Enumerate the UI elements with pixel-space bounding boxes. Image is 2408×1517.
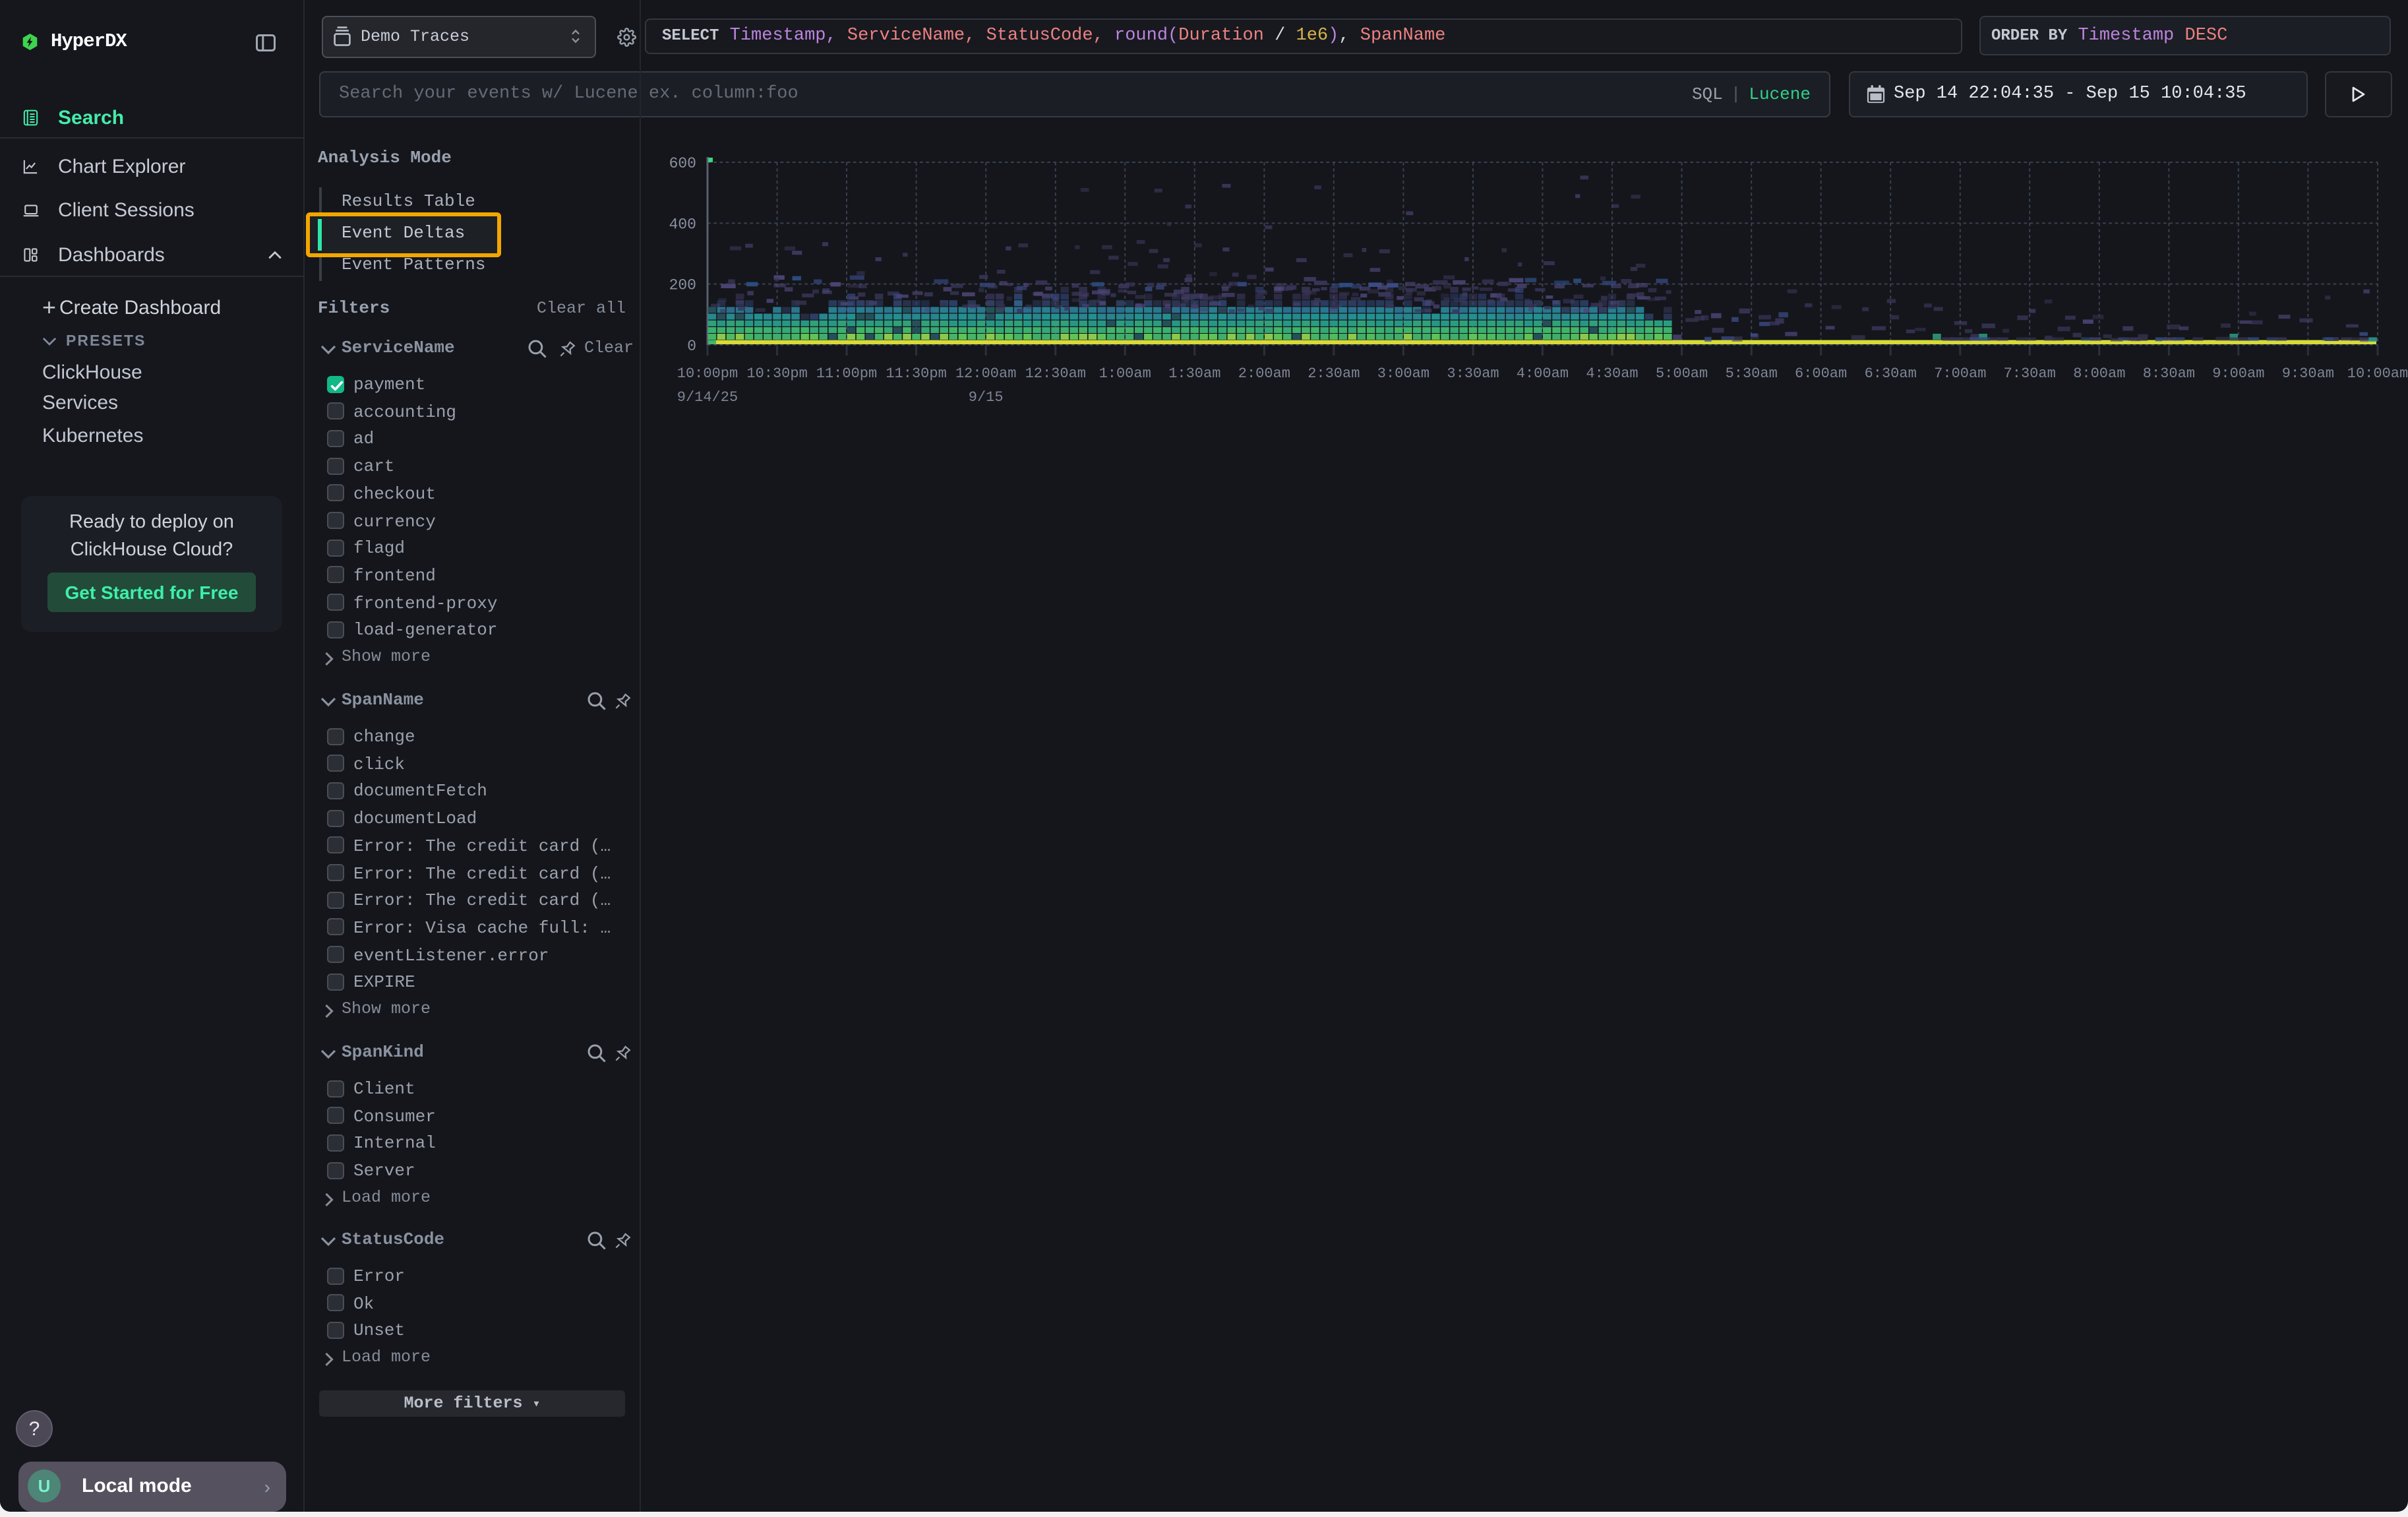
- svg-text:9/15: 9/15: [969, 389, 1004, 406]
- svg-text:4:00am: 4:00am: [1517, 365, 1569, 382]
- svg-text:1:30am: 1:30am: [1168, 365, 1220, 382]
- svg-text:8:00am: 8:00am: [2073, 365, 2125, 382]
- svg-text:5:00am: 5:00am: [1656, 365, 1708, 382]
- svg-text:10:30pm: 10:30pm: [746, 365, 807, 382]
- svg-text:10:00am: 10:00am: [2347, 365, 2408, 382]
- svg-text:12:00am: 12:00am: [955, 365, 1016, 382]
- svg-text:12:30am: 12:30am: [1025, 365, 1086, 382]
- svg-text:200: 200: [669, 277, 696, 294]
- svg-text:5:30am: 5:30am: [1726, 365, 1778, 382]
- svg-text:9:30am: 9:30am: [2282, 365, 2334, 382]
- svg-text:7:00am: 7:00am: [1934, 365, 1986, 382]
- svg-text:3:30am: 3:30am: [1447, 365, 1499, 382]
- svg-text:8:30am: 8:30am: [2143, 365, 2195, 382]
- svg-text:9/14/25: 9/14/25: [677, 389, 738, 406]
- svg-text:6:30am: 6:30am: [1865, 365, 1917, 382]
- svg-text:2:30am: 2:30am: [1308, 365, 1360, 382]
- svg-text:1:00am: 1:00am: [1099, 365, 1151, 382]
- svg-text:10:00pm: 10:00pm: [677, 365, 738, 382]
- svg-text:6:00am: 6:00am: [1795, 365, 1847, 382]
- svg-text:11:00pm: 11:00pm: [816, 365, 877, 382]
- svg-text:600: 600: [669, 155, 696, 172]
- svg-text:11:30pm: 11:30pm: [886, 365, 946, 382]
- svg-text:0: 0: [687, 338, 696, 355]
- svg-text:2:00am: 2:00am: [1238, 365, 1290, 382]
- svg-text:3:00am: 3:00am: [1377, 365, 1430, 382]
- svg-text:400: 400: [669, 216, 696, 233]
- svg-text:4:30am: 4:30am: [1586, 365, 1638, 382]
- svg-text:7:30am: 7:30am: [2004, 365, 2056, 382]
- svg-text:9:00am: 9:00am: [2212, 365, 2264, 382]
